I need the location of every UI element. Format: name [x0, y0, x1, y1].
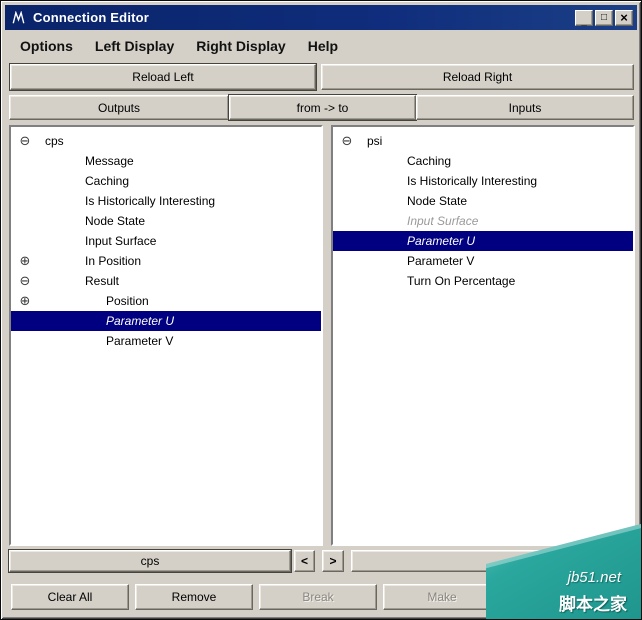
right-node-field[interactable]: [351, 550, 635, 572]
tree-item[interactable]: ⊖ cps: [11, 131, 321, 151]
tree-item[interactable]: Input Surface: [333, 211, 633, 231]
close-button[interactable]: ×: [615, 9, 633, 26]
window-title: Connection Editor: [33, 10, 150, 25]
tree-item-label: Is Historically Interesting: [85, 194, 216, 208]
tree-item-label: Node State: [85, 214, 146, 228]
action-button-label: Remove: [171, 590, 217, 604]
tree-item[interactable]: ⊕ Position: [11, 291, 321, 311]
tree-item-label: Message: [85, 154, 134, 168]
app-icon: [9, 9, 27, 26]
expander-icon[interactable]: ⊖: [17, 271, 33, 291]
from-to-toggle-button[interactable]: from -> to: [229, 95, 416, 120]
reload-right-button[interactable]: Reload Right: [321, 64, 634, 90]
action-buttons: Clear All Remove Break Make: [1, 584, 642, 610]
minimize-button[interactable]: _: [575, 9, 593, 27]
prev-connection-button[interactable]: <: [294, 550, 315, 572]
tree-item[interactable]: Parameter U: [11, 311, 321, 331]
tree-item-label: Position: [106, 294, 149, 308]
tree-item-label: Is Historically Interesting: [407, 174, 538, 188]
tree-item[interactable]: Caching: [11, 171, 321, 191]
action-button-label: Make: [427, 590, 457, 604]
chevron-right-icon: >: [329, 554, 337, 568]
left-node-field[interactable]: cps: [9, 550, 291, 572]
close-icon: ×: [620, 10, 628, 25]
action-button[interactable]: Remove: [135, 584, 253, 610]
connection-editor-window: Connection Editor _ □ × Options Left Dis…: [0, 0, 642, 620]
tree-item-label: Input Surface: [407, 214, 479, 228]
tree-item-label: psi: [367, 134, 383, 148]
tree-item[interactable]: Is Historically Interesting: [11, 191, 321, 211]
menu-item[interactable]: Help: [297, 38, 349, 54]
tree-item[interactable]: Turn On Percentage: [333, 271, 633, 291]
expander-icon[interactable]: ⊖: [17, 131, 33, 151]
reload-left-label: Reload Left: [132, 70, 194, 84]
maximize-icon: □: [600, 12, 608, 23]
tree-item[interactable]: Parameter U: [333, 231, 633, 251]
tree-item[interactable]: Input Surface: [11, 231, 321, 251]
tree-item-label: Parameter U: [106, 314, 175, 328]
chevron-left-icon: <: [300, 554, 308, 568]
tree-item[interactable]: Parameter V: [333, 251, 633, 271]
tree-item-label: Node State: [407, 194, 468, 208]
tree-item-label: In Position: [85, 254, 142, 268]
next-connection-button[interactable]: >: [322, 550, 344, 572]
tree-item-label: Caching: [407, 154, 452, 168]
title-bar[interactable]: Connection Editor _ □ ×: [5, 5, 637, 30]
menu-item[interactable]: Options: [9, 38, 84, 54]
expander-icon[interactable]: ⊕: [17, 251, 33, 271]
tree-item[interactable]: ⊖ Result: [11, 271, 321, 291]
expander-icon[interactable]: ⊕: [17, 291, 33, 311]
outputs-header-button[interactable]: Outputs: [9, 95, 229, 120]
action-button[interactable]: Make: [383, 584, 501, 610]
menu-item[interactable]: Right Display: [185, 38, 296, 54]
action-button-label: Break: [302, 590, 334, 604]
tree-item-label: cps: [45, 134, 64, 148]
tree-item-label: Parameter V: [407, 254, 475, 268]
tree-item[interactable]: Node State: [333, 191, 633, 211]
tree-item[interactable]: Is Historically Interesting: [333, 171, 633, 191]
tree-item[interactable]: Caching: [333, 151, 633, 171]
menu-bar: Options Left Display Right Display Help: [5, 30, 637, 61]
action-button[interactable]: Clear All: [11, 584, 129, 610]
tree-item-label: Turn On Percentage: [407, 274, 516, 288]
menu-item[interactable]: Left Display: [84, 38, 185, 54]
action-button[interactable]: Break: [259, 584, 377, 610]
tree-item-label: Parameter U: [407, 234, 476, 248]
maximize-button[interactable]: □: [595, 9, 613, 26]
tree-item[interactable]: Node State: [11, 211, 321, 231]
inputs-header-button[interactable]: Inputs: [416, 95, 634, 120]
outputs-tree[interactable]: ⊖ cps Message Caching Is Historically In…: [9, 125, 323, 546]
tree-item[interactable]: ⊕ In Position: [11, 251, 321, 271]
tree-item[interactable]: ⊖ psi: [333, 131, 633, 151]
expander-icon[interactable]: ⊖: [339, 131, 355, 151]
inputs-label: Inputs: [508, 100, 542, 115]
tree-item-label: Parameter V: [106, 334, 174, 348]
reload-left-button[interactable]: Reload Left: [10, 64, 316, 90]
action-button-label: Clear All: [47, 590, 93, 604]
tree-item[interactable]: Message: [11, 151, 321, 171]
inputs-tree[interactable]: ⊖ psi Caching Is Historically Interestin…: [331, 125, 635, 546]
minimize-icon: _: [581, 15, 587, 27]
tree-item-label: Input Surface: [85, 234, 157, 248]
tree-item-label: Caching: [85, 174, 130, 188]
left-node-name: cps: [140, 554, 160, 568]
reload-right-label: Reload Right: [442, 70, 513, 84]
from-to-label: from -> to: [296, 100, 349, 115]
tree-item-label: Result: [85, 274, 120, 288]
tree-item[interactable]: Parameter V: [11, 331, 321, 351]
outputs-label: Outputs: [97, 100, 141, 115]
